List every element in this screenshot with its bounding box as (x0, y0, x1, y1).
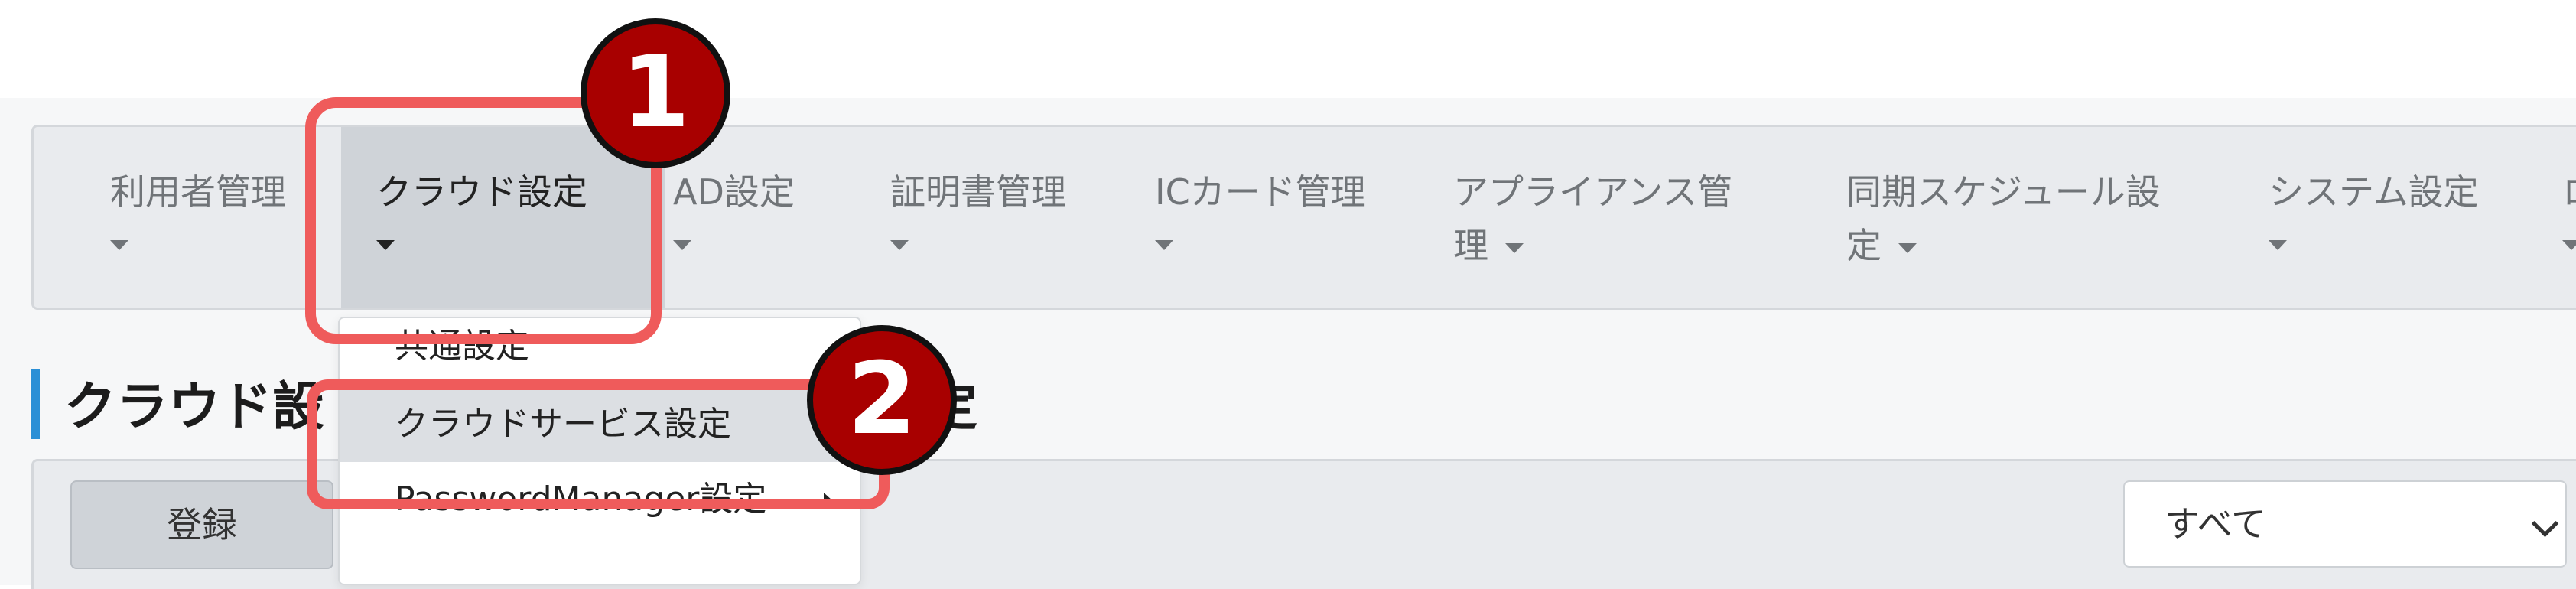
nav-item-label-2: 定 (1846, 225, 1882, 266)
nav-item-label: 同期スケジュール設 (1846, 171, 2161, 213)
nav-item-label: システム設定 (2269, 171, 2479, 213)
caret-down-icon (673, 240, 691, 250)
register-button[interactable]: 登録 (70, 480, 333, 569)
caret-down-icon (1155, 240, 1173, 250)
highlight-box-step-2 (307, 379, 890, 509)
filter-select[interactable]: すべて (2123, 480, 2567, 568)
step-1-badge: 1 (581, 18, 730, 168)
step-2-badge: 2 (807, 325, 957, 475)
nav-item-label: アプライアンス管 (1453, 171, 1733, 213)
nav-item-truncated[interactable]: ロ (2562, 127, 2576, 308)
caret-down-icon (1505, 243, 1524, 253)
caret-down-icon (1898, 243, 1917, 253)
nav-item-label-2: 理 (1453, 225, 1488, 266)
caret-down-icon (110, 240, 128, 250)
nav-item-sync-schedule-settings[interactable]: 同期スケジュール設 定 (1846, 127, 2213, 308)
nav-item-appliance-management[interactable]: アプライアンス管 理 (1453, 127, 1805, 308)
nav-item-label: AD設定 (673, 171, 795, 213)
nav-item-ad-settings[interactable]: AD設定 (673, 127, 857, 308)
nav-item-label: ICカード管理 (1155, 171, 1366, 213)
page-title: クラウド設 (64, 377, 325, 438)
caret-down-icon (890, 240, 909, 250)
chevron-down-icon (2531, 509, 2559, 538)
nav-item-label: 証明書管理 (890, 171, 1066, 213)
nav-item-label: ロ (2562, 165, 2576, 219)
caret-down-icon (2562, 240, 2576, 250)
nav-item-ic-card-management[interactable]: ICカード管理 (1155, 127, 1415, 308)
caret-down-icon (2269, 240, 2287, 250)
nav-item-system-settings[interactable]: システム設定 (2269, 127, 2513, 308)
title-accent-bar (31, 369, 40, 439)
nav-item-certificate-management[interactable]: 証明書管理 (890, 127, 1120, 308)
filter-select-value: すべて (2165, 503, 2266, 545)
